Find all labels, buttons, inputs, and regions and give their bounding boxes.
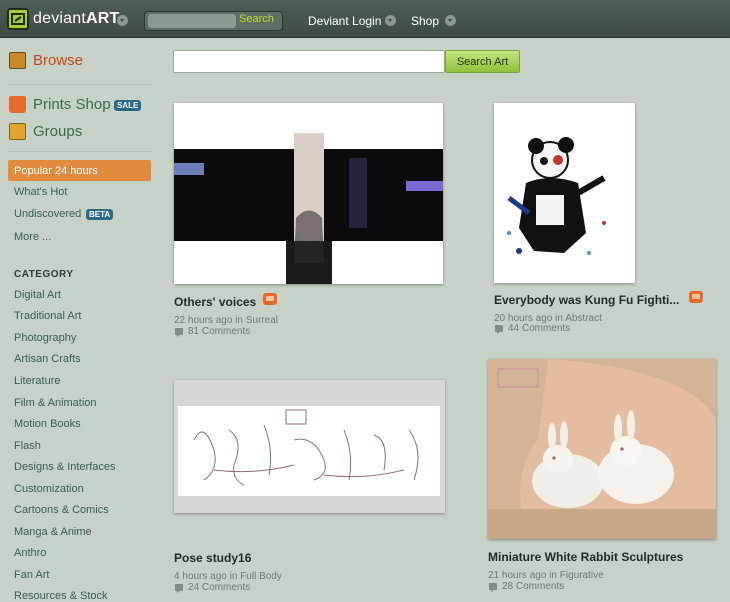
deviation-meta: 21 hours ago in Figurative [488, 570, 604, 581]
category-link[interactable]: Surreal [246, 315, 278, 326]
category-link[interactable]: Anthro [14, 547, 46, 559]
thumbnail-image [488, 359, 716, 539]
top-bar: deviantART Search Deviant Login Shop [0, 0, 730, 38]
deviation-title[interactable]: Miniature White Rabbit Sculptures [488, 550, 683, 564]
category-link[interactable]: Cartoons & Comics [14, 504, 109, 516]
prints-shop-link[interactable]: Prints Shop [33, 96, 111, 113]
shopping-bag-icon [9, 96, 26, 113]
brand-bold-text: ART [86, 10, 120, 27]
comments-link[interactable]: 44 Comments [508, 323, 570, 334]
category-link[interactable]: Manga & Anime [14, 526, 92, 538]
sidebar-item-popular-24-hours[interactable]: Popular 24 hours [8, 160, 151, 181]
category-link[interactable]: Abstract [565, 313, 602, 324]
deviation-title[interactable]: Others' voices [174, 295, 256, 309]
comment-icon [495, 325, 503, 334]
daily-deviation-icon [689, 291, 703, 303]
deviantart-logo-icon[interactable] [7, 8, 29, 30]
category-link[interactable]: Film & Animation [14, 397, 97, 409]
category-link[interactable]: Designs & Interfaces [14, 461, 116, 473]
category-link[interactable]: Resources & Stock [14, 590, 108, 602]
category-link[interactable]: Full Body [240, 571, 282, 582]
shop-chevron-down-icon[interactable] [445, 15, 456, 26]
comment-icon [489, 583, 497, 592]
brand-chevron-down-icon[interactable] [117, 15, 128, 26]
category-link[interactable]: Flash [14, 440, 41, 452]
daily-deviation-icon [263, 293, 277, 305]
deviation-thumbnail[interactable] [174, 380, 445, 513]
brand-wordmark[interactable]: deviantART [33, 10, 119, 28]
search-art-button[interactable]: Search Art [445, 50, 520, 73]
deviant-login-link[interactable]: Deviant Login [308, 14, 381, 28]
category-link[interactable]: Figurative [560, 570, 604, 581]
top-search-input[interactable] [148, 14, 236, 28]
login-chevron-down-icon[interactable] [385, 15, 396, 26]
category-link[interactable]: Photography [14, 332, 76, 344]
thumbnail-image [174, 103, 443, 284]
top-search-box: Search [144, 11, 283, 31]
browse-icon [9, 52, 26, 69]
comments-link[interactable]: 81 Comments [188, 326, 250, 337]
deviation-thumbnail[interactable] [494, 103, 635, 283]
comments-link[interactable]: 28 Comments [502, 581, 564, 592]
deviation-title[interactable]: Everybody was Kung Fu Fighti... [494, 293, 679, 307]
sidebar-item-more[interactable]: More ... [14, 231, 51, 243]
category-link[interactable]: Customization [14, 483, 84, 495]
deviation-thumbnail[interactable] [488, 359, 716, 539]
groups-house-icon [9, 123, 26, 140]
thumbnail-image [494, 103, 635, 283]
brand-light-text: deviant [33, 10, 86, 27]
deviation-thumbnail[interactable] [174, 103, 443, 284]
sidebar-divider [8, 151, 151, 152]
comments-link[interactable]: 24 Comments [188, 582, 250, 593]
sidebar-item-undiscovered[interactable]: Undiscovered [14, 208, 81, 220]
category-link[interactable]: Digital Art [14, 289, 61, 301]
category-link[interactable]: Motion Books [14, 418, 81, 430]
category-link[interactable]: Artisan Crafts [14, 353, 81, 365]
thumbnail-image [174, 380, 445, 513]
top-search-button[interactable]: Search [239, 13, 274, 25]
sidebar-item-whats-hot[interactable]: What's Hot [14, 186, 67, 198]
sale-badge: SALE [114, 100, 142, 111]
beta-badge: BETA [86, 209, 114, 220]
groups-link[interactable]: Groups [33, 123, 82, 140]
browse-link[interactable]: Browse [33, 52, 83, 69]
category-link[interactable]: Literature [14, 375, 60, 387]
deviation-meta: 22 hours ago in Surreal [174, 315, 278, 326]
search-art-input[interactable] [173, 50, 445, 73]
shop-link[interactable]: Shop [411, 14, 439, 28]
comment-icon [175, 584, 183, 593]
category-link[interactable]: Traditional Art [14, 310, 81, 322]
category-link[interactable]: Fan Art [14, 569, 49, 581]
comment-icon [175, 328, 183, 337]
sidebar-divider [8, 84, 151, 85]
deviation-title[interactable]: Pose study16 [174, 551, 251, 565]
category-heading: CATEGORY [14, 269, 74, 280]
deviation-meta: 4 hours ago in Full Body [174, 571, 282, 582]
